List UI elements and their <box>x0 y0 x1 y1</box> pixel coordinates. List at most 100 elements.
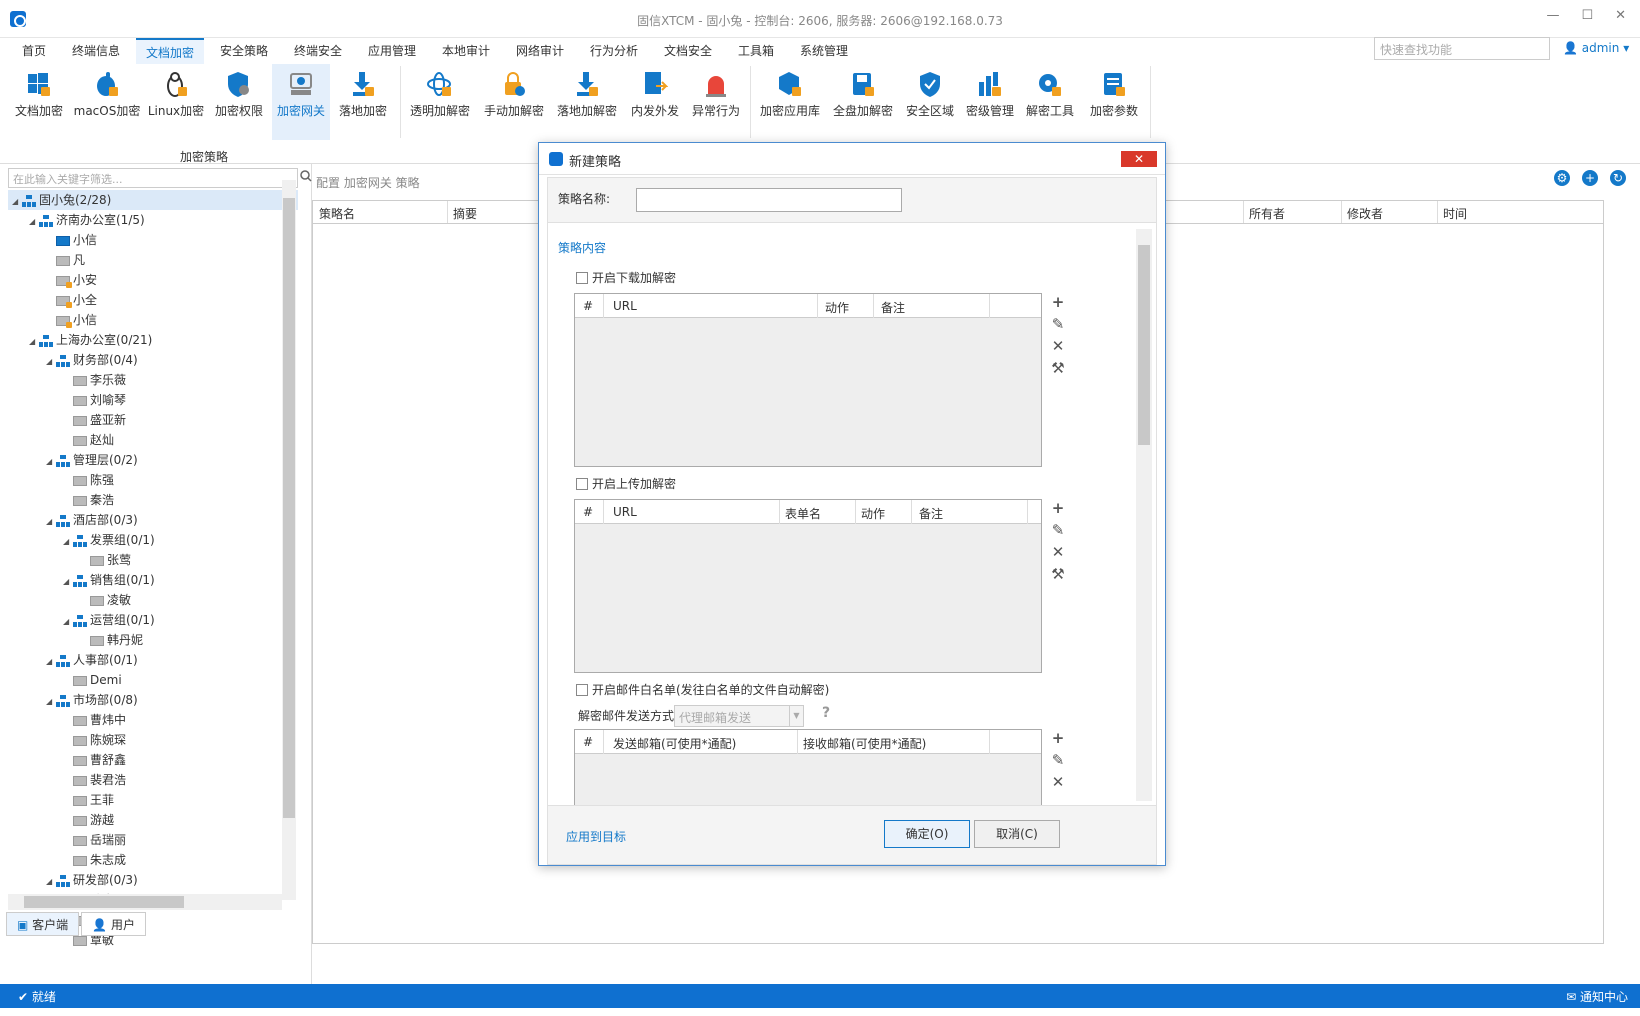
delete-icon[interactable]: ✕ <box>1050 337 1066 355</box>
search-icon[interactable] <box>300 170 312 185</box>
column-time[interactable]: 时间 <box>1443 205 1467 222</box>
apply-to-target-link[interactable]: 应用到目标 <box>566 828 626 845</box>
tree-node[interactable]: 陈婉琛 <box>8 730 298 750</box>
tree-horizontal-scrollbar[interactable] <box>8 894 282 910</box>
mail-send-mode-select[interactable]: 代理邮箱发送 ▼ <box>674 705 804 727</box>
tree-node[interactable]: 凌敏 <box>8 590 298 610</box>
tree-node[interactable]: 王菲 <box>8 790 298 810</box>
menu-home[interactable]: 首页 <box>22 42 46 59</box>
tree-node[interactable]: ◢ 发票组(0/1) <box>8 530 298 550</box>
tree-node[interactable]: ◢ 酒店部(0/3) <box>8 510 298 530</box>
menu-doc-security[interactable]: 文档安全 <box>664 42 712 59</box>
ribbon-linux-encrypt[interactable]: Linux加密 <box>146 64 206 140</box>
maximize-icon[interactable]: ☐ <box>1581 8 1593 23</box>
expand-toggle-icon[interactable]: ◢ <box>46 652 56 672</box>
tree-node[interactable]: 刘喻琴 <box>8 390 298 410</box>
dialog-close-button[interactable]: ✕ <box>1121 151 1157 167</box>
tree-node[interactable]: 韩丹妮 <box>8 630 298 650</box>
tree-node[interactable]: 秦浩 <box>8 490 298 510</box>
expand-toggle-icon[interactable]: ◢ <box>63 612 73 632</box>
delete-icon[interactable]: ✕ <box>1050 543 1066 561</box>
tree-node[interactable]: ◢ 固小兔(2/28) <box>8 190 298 210</box>
edit-icon[interactable]: ✎ <box>1050 521 1066 539</box>
tree-node[interactable]: 曹炜中 <box>8 710 298 730</box>
tree-node[interactable]: 赵灿 <box>8 430 298 450</box>
tree-node[interactable]: 盛亚新 <box>8 410 298 430</box>
user-menu[interactable]: 👤 admin ▾ <box>1563 41 1629 55</box>
expand-toggle-icon[interactable]: ◢ <box>46 352 56 372</box>
menu-toolbox[interactable]: 工具箱 <box>738 42 774 59</box>
settings-icon[interactable]: ⚙ <box>1554 170 1570 186</box>
delete-icon[interactable]: ✕ <box>1050 773 1066 791</box>
menu-terminal-info[interactable]: 终端信息 <box>72 42 120 59</box>
expand-toggle-icon[interactable]: ◢ <box>46 872 56 892</box>
ribbon-decrypt-tool[interactable]: 解密工具 <box>1022 64 1078 140</box>
tab-users[interactable]: 👤 用户 <box>81 912 146 936</box>
clear-icon[interactable]: ⚒ <box>1050 359 1066 377</box>
menu-doc-encrypt[interactable]: 文档加密 <box>136 38 205 65</box>
tree-node[interactable]: 游越 <box>8 810 298 830</box>
expand-toggle-icon[interactable]: ◢ <box>63 572 73 592</box>
tree-node[interactable]: 曹舒鑫 <box>8 750 298 770</box>
expand-toggle-icon[interactable]: ◢ <box>63 532 73 552</box>
tree-node[interactable]: 裴君浩 <box>8 770 298 790</box>
tree-filter-input[interactable]: 在此输入关键字筛选... <box>8 168 298 188</box>
tree-node[interactable]: ◢ 人事部(0/1) <box>8 650 298 670</box>
add-icon[interactable]: + <box>1582 170 1598 186</box>
tab-clients[interactable]: ▣ 客户端 <box>6 912 80 936</box>
tree-node[interactable]: ◢ 销售组(0/1) <box>8 570 298 590</box>
ribbon-encrypt-permission[interactable]: 加密权限 <box>210 64 268 140</box>
column-modifier[interactable]: 修改者 <box>1347 205 1383 222</box>
ribbon-security-zone[interactable]: 安全区域 <box>902 64 958 140</box>
tree-node[interactable]: ◢ 研发部(0/3) <box>8 870 298 890</box>
add-icon[interactable]: + <box>1050 499 1066 517</box>
help-icon[interactable]: ? <box>822 705 830 721</box>
edit-icon[interactable]: ✎ <box>1050 315 1066 333</box>
column-owner[interactable]: 所有者 <box>1249 205 1285 222</box>
ribbon-internal-external[interactable]: 内发外发 <box>626 64 684 140</box>
tree-node[interactable]: Demi <box>8 670 298 690</box>
menu-terminal-security[interactable]: 终端安全 <box>294 42 342 59</box>
add-icon[interactable]: + <box>1050 293 1066 311</box>
column-policy-name[interactable]: 策略名 <box>319 205 355 222</box>
ribbon-manual-crypto[interactable]: 手动加解密 <box>478 64 550 140</box>
tree-node[interactable]: 李乐薇 <box>8 370 298 390</box>
ribbon-abnormal-behavior[interactable]: 异常行为 <box>688 64 744 140</box>
tree-node[interactable]: 朱志成 <box>8 850 298 870</box>
minimize-icon[interactable]: — <box>1546 8 1559 23</box>
quick-search-input[interactable]: 快速查找功能 <box>1374 37 1550 60</box>
refresh-icon[interactable]: ↻ <box>1610 170 1626 186</box>
tree-node[interactable]: ◢ 运营组(0/1) <box>8 610 298 630</box>
tree-node[interactable]: ◢ 上海办公室(0/21) <box>8 330 298 350</box>
add-icon[interactable]: + <box>1050 729 1066 747</box>
mail-whitelist-checkbox[interactable]: 开启邮件白名单(发往白名单的文件自动解密) <box>576 681 829 698</box>
ribbon-macos-encrypt[interactable]: macOS加密 <box>72 64 142 140</box>
tree-node[interactable]: ◢ 管理层(0/2) <box>8 450 298 470</box>
menu-local-audit[interactable]: 本地审计 <box>442 42 490 59</box>
close-icon[interactable]: ✕ <box>1615 8 1626 23</box>
tree-node[interactable]: 岳瑞丽 <box>8 830 298 850</box>
ribbon-landing-encrypt[interactable]: 落地加密 <box>334 64 392 140</box>
dialog-vertical-scrollbar[interactable] <box>1136 229 1152 801</box>
tree-node[interactable]: ◢ 济南办公室(1/5) <box>8 210 298 230</box>
ribbon-transparent-crypto[interactable]: 透明加解密 <box>406 64 474 140</box>
upload-crypto-checkbox[interactable]: 开启上传加解密 <box>576 475 676 492</box>
tree-vertical-scrollbar[interactable] <box>282 180 296 900</box>
cancel-button[interactable]: 取消(C) <box>974 820 1060 848</box>
expand-toggle-icon[interactable]: ◢ <box>46 692 56 712</box>
ribbon-landing-crypto[interactable]: 落地加解密 <box>552 64 622 140</box>
tree-node[interactable]: 张莺 <box>8 550 298 570</box>
tree-node[interactable]: 小信 <box>8 310 298 330</box>
ribbon-encrypt-app-library[interactable]: 加密应用库 <box>756 64 824 140</box>
tree-node[interactable]: 小全 <box>8 290 298 310</box>
policy-name-input[interactable] <box>636 188 902 212</box>
menu-behavior-analysis[interactable]: 行为分析 <box>590 42 638 59</box>
menu-security-policy[interactable]: 安全策略 <box>220 42 268 59</box>
ok-button[interactable]: 确定(O) <box>884 820 970 848</box>
column-summary[interactable]: 摘要 <box>453 205 477 222</box>
ribbon-doc-encrypt[interactable]: 文档加密 <box>10 64 68 140</box>
expand-toggle-icon[interactable]: ◢ <box>46 452 56 472</box>
ribbon-encrypt-params[interactable]: 加密参数 <box>1084 64 1144 140</box>
tree-node[interactable]: 陈强 <box>8 470 298 490</box>
expand-toggle-icon[interactable]: ◢ <box>29 212 39 232</box>
